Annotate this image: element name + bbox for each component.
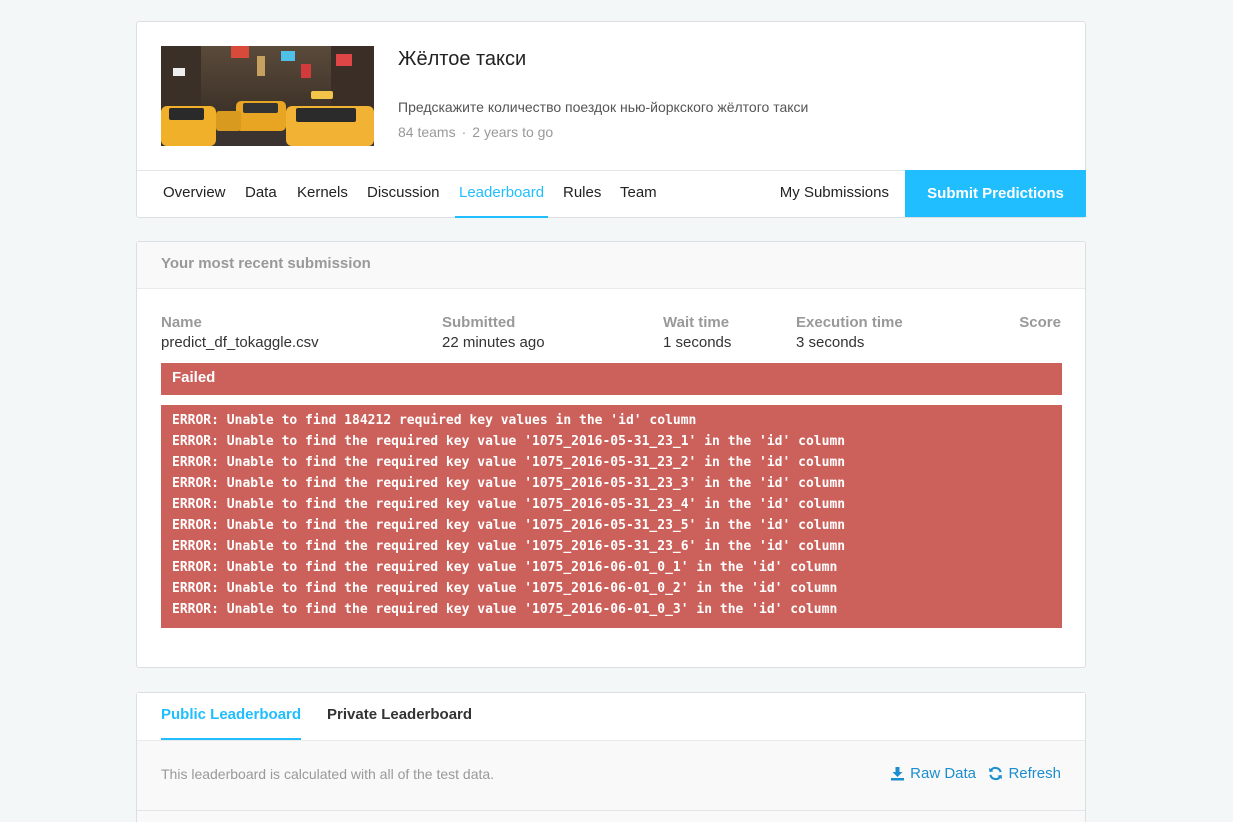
- tab-data[interactable]: Data: [245, 171, 277, 218]
- error-line: ERROR: Unable to find the required key v…: [172, 602, 838, 617]
- error-line: ERROR: Unable to find the required key v…: [172, 581, 838, 596]
- submitted-value: 22 minutes ago: [442, 334, 545, 351]
- error-line: ERROR: Unable to find the required key v…: [172, 434, 846, 449]
- error-line: ERROR: Unable to find the required key v…: [172, 455, 846, 470]
- download-icon: [891, 767, 905, 781]
- error-line: ERROR: Unable to find the required key v…: [172, 497, 846, 512]
- tab-leaderboard[interactable]: Leaderboard: [455, 171, 549, 218]
- submission-name-column: Name predict_df_tokaggle.csv: [161, 314, 319, 351]
- submitted-column: Submitted 22 minutes ago: [442, 314, 545, 351]
- competition-image: [161, 46, 374, 146]
- leaderboard-tabs: Public Leaderboard Private Leaderboard: [137, 693, 1085, 741]
- competition-meta: 84 teams · 2 years to go: [398, 124, 553, 140]
- leaderboard-divider: [137, 810, 1085, 811]
- tab-kernels[interactable]: Kernels: [297, 171, 348, 218]
- error-log: ERROR: Unable to find 184212 required ke…: [161, 405, 1062, 628]
- execution-time-value: 3 seconds: [796, 334, 865, 351]
- submission-header: Your most recent submission: [137, 242, 1085, 289]
- score-column: Score: [1019, 314, 1061, 334]
- wait-time-value: 1 seconds: [663, 334, 732, 351]
- refresh-icon: [989, 766, 1003, 781]
- recent-submission-card: Your most recent submission Name predict…: [136, 241, 1086, 668]
- tab-private-leaderboard[interactable]: Private Leaderboard: [327, 693, 472, 740]
- name-label: Name: [161, 314, 202, 331]
- teams-count: 84 teams: [398, 124, 456, 140]
- execution-time-column: Execution time 3 seconds: [796, 314, 903, 351]
- execution-time-label: Execution time: [796, 314, 903, 331]
- taxi-street-photo-icon: [161, 46, 374, 146]
- raw-data-link[interactable]: Raw Data: [890, 765, 976, 782]
- competition-header-card: Жёлтое такси Предскажите количество поез…: [136, 21, 1086, 218]
- wait-time-column: Wait time 1 seconds: [663, 314, 731, 351]
- refresh-link[interactable]: Refresh: [988, 765, 1061, 782]
- submission-filename: predict_df_tokaggle.csv: [161, 334, 319, 351]
- competition-title: Жёлтое такси: [398, 48, 527, 70]
- tab-rules[interactable]: Rules: [563, 171, 601, 218]
- my-submissions-link[interactable]: My Submissions: [780, 171, 889, 218]
- tab-overview[interactable]: Overview: [163, 171, 226, 218]
- competition-description: Предскажите количество поездок нью-йоркс…: [398, 99, 809, 115]
- wait-time-label: Wait time: [663, 314, 730, 331]
- status-badge: Failed: [161, 363, 1062, 395]
- error-line: ERROR: Unable to find the required key v…: [172, 539, 846, 554]
- tab-discussion[interactable]: Discussion: [367, 171, 440, 218]
- tab-team[interactable]: Team: [620, 171, 657, 218]
- competition-tabs: Overview Data Kernels Discussion Leaderb…: [137, 170, 1086, 218]
- submit-predictions-button[interactable]: Submit Predictions: [905, 170, 1086, 217]
- score-label: Score: [1019, 314, 1061, 331]
- error-line: ERROR: Unable to find the required key v…: [172, 518, 846, 533]
- error-line: ERROR: Unable to find the required key v…: [172, 560, 838, 575]
- raw-data-label: Raw Data: [910, 765, 976, 782]
- error-line: ERROR: Unable to find 184212 required ke…: [172, 413, 697, 428]
- deadline: 2 years to go: [472, 124, 554, 140]
- meta-separator: ·: [461, 124, 467, 140]
- tab-public-leaderboard[interactable]: Public Leaderboard: [161, 693, 302, 740]
- leaderboard-note: This leaderboard is calculated with all …: [161, 766, 495, 782]
- refresh-label: Refresh: [1008, 765, 1061, 782]
- submitted-label: Submitted: [442, 314, 516, 331]
- leaderboard-card: Public Leaderboard Private Leaderboard T…: [136, 692, 1086, 822]
- error-line: ERROR: Unable to find the required key v…: [172, 476, 846, 491]
